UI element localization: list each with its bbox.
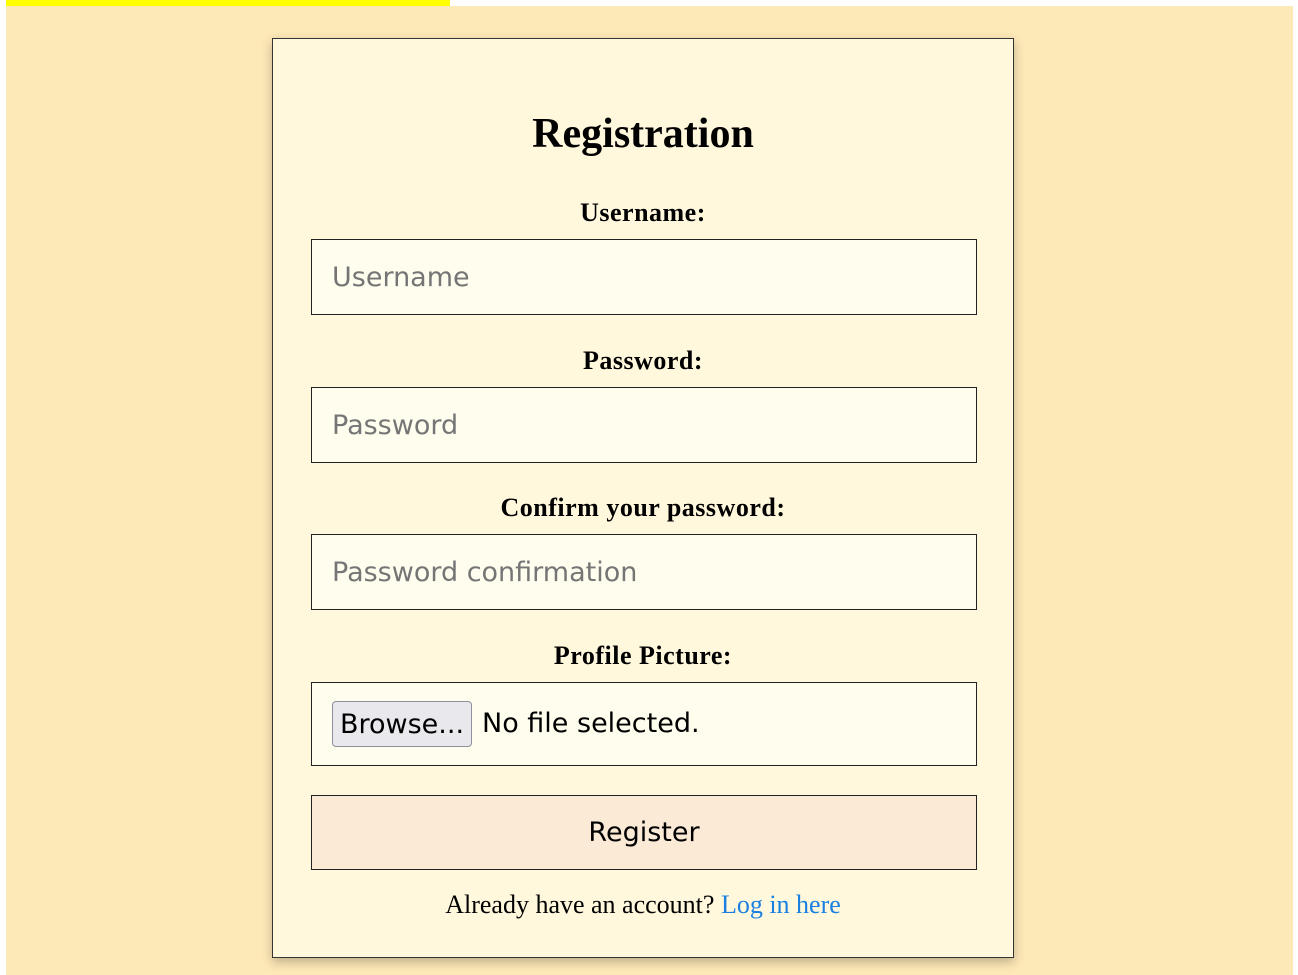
file-status-text: No file selected. [482, 708, 700, 739]
login-prompt: Already have an account? Log in here [272, 888, 1014, 922]
profile-picture-file-input[interactable]: Browse... No file selected. [311, 682, 977, 766]
register-button[interactable]: Register [311, 795, 977, 870]
username-input[interactable] [311, 239, 977, 315]
password-input[interactable] [311, 387, 977, 463]
confirm-password-label: Confirm your password: [500, 493, 786, 522]
confirm-password-input[interactable] [311, 534, 977, 610]
login-prompt-text: Already have an account? [445, 890, 715, 919]
username-label: Username: [580, 198, 706, 227]
login-link[interactable]: Log in here [721, 890, 841, 919]
page-title: Registration [532, 111, 754, 157]
password-label: Password: [582, 346, 704, 375]
browse-button[interactable]: Browse... [332, 701, 472, 747]
profile-picture-label: Profile Picture: [553, 641, 733, 670]
